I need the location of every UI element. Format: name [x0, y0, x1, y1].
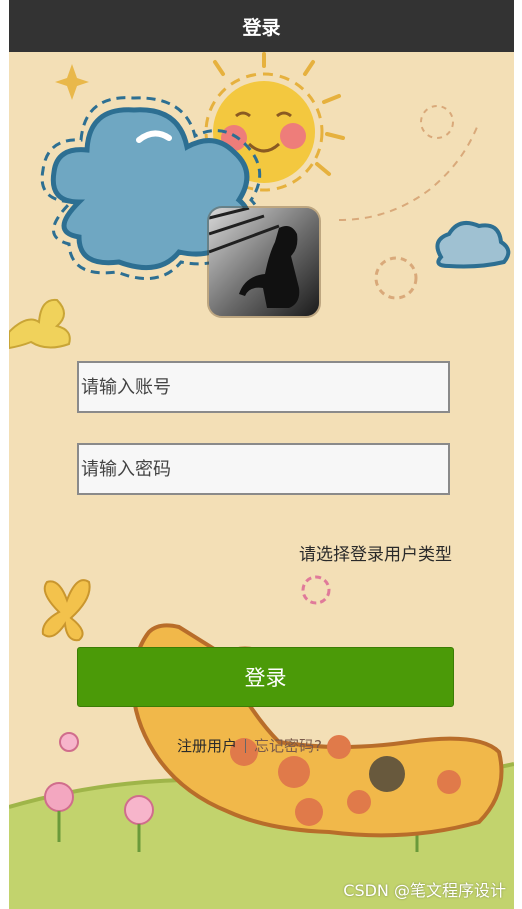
page-title: 登录 [242, 16, 281, 39]
user-type-label: 请选择登录用户类型 [299, 545, 452, 565]
register-link[interactable]: 注册用户 [177, 735, 237, 756]
account-input[interactable] [77, 361, 450, 413]
login-button[interactable]: 登录 [77, 647, 454, 707]
user-avatar [209, 208, 319, 316]
auth-links: 注册用户 忘记密码? [177, 735, 322, 756]
login-button-label: 登录 [244, 666, 287, 690]
link-divider [245, 738, 247, 753]
forgot-password-link[interactable]: 忘记密码? [254, 735, 322, 756]
user-type-select[interactable]: 请选择登录用户类型 [299, 540, 452, 565]
password-input[interactable] [77, 443, 450, 495]
top-bar: 登录 [9, 0, 514, 52]
watermark: CSDN @笔文程序设计 [343, 881, 506, 900]
app-frame: 登录 请输入账号 请选择登录用户类型 登录 注册用户 忘记密码? [9, 0, 514, 909]
